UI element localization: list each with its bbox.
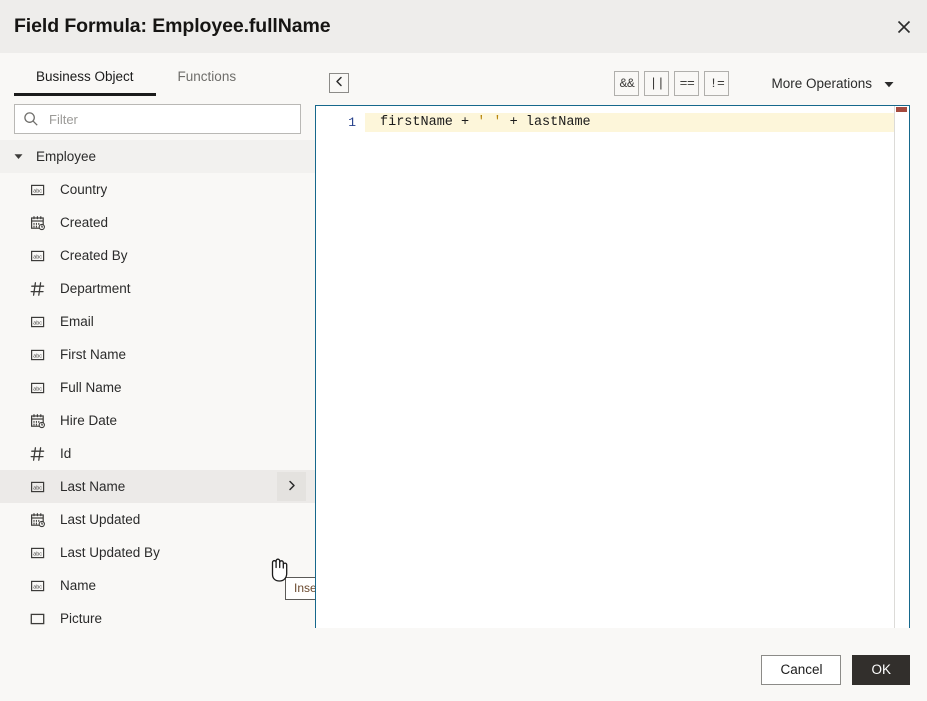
- filter-input[interactable]: [41, 110, 292, 128]
- insert-field-button[interactable]: [277, 472, 306, 501]
- tree-item-label: Department: [60, 281, 131, 296]
- tree-item-label: Full Name: [60, 380, 122, 395]
- number-field-icon: [30, 446, 52, 462]
- tree-item-label: Id: [60, 446, 72, 461]
- collapse-panel-button[interactable]: [329, 73, 349, 93]
- tree-item-first-name[interactable]: abc First Name: [0, 338, 315, 371]
- token-string-literal: ' ': [477, 115, 502, 130]
- text-field-icon: abc: [30, 578, 52, 594]
- tab-functions[interactable]: Functions: [156, 62, 259, 96]
- close-button[interactable]: [889, 12, 919, 42]
- tree-item-label: Picture: [60, 611, 103, 626]
- dialog-header: Field Formula: Employee.fullName: [0, 0, 927, 53]
- text-field-icon: abc: [30, 380, 52, 396]
- tab-business-object[interactable]: Business Object: [14, 62, 156, 96]
- line-number-gutter: 1: [316, 106, 365, 628]
- more-operations-dropdown[interactable]: More Operations: [771, 76, 894, 91]
- field-formula-dialog: Field Formula: Employee.fullName Busines…: [0, 0, 927, 701]
- business-object-panel: Business Object Functions Employ: [0, 53, 315, 638]
- svg-text:abc: abc: [33, 320, 42, 326]
- tree-item-label: First Name: [60, 347, 127, 362]
- tree-group-employee[interactable]: Employee: [0, 140, 315, 173]
- dialog-body: Business Object Functions Employ: [0, 53, 927, 638]
- number-field-icon: [30, 281, 52, 297]
- chevron-right-icon: [286, 479, 297, 494]
- code-content[interactable]: firstName + ' ' + lastName: [365, 106, 909, 628]
- token-plus-1: +: [461, 115, 478, 130]
- datetime-field-icon: [30, 413, 52, 429]
- or-operator-button[interactable]: ||: [644, 70, 670, 96]
- text-field-icon: abc: [30, 182, 52, 198]
- svg-text:abc: abc: [33, 485, 42, 491]
- code-line-1[interactable]: firstName + ' ' + lastName: [365, 113, 909, 132]
- svg-text:abc: abc: [33, 386, 42, 392]
- tree-item-created-by[interactable]: abc Created By: [0, 239, 315, 272]
- text-field-icon: abc: [30, 545, 52, 561]
- tree-item-label: Last Updated By: [60, 545, 160, 560]
- dialog-title: Field Formula: Employee.fullName: [14, 15, 331, 37]
- caret-down-icon: [14, 152, 30, 161]
- annotation-marker[interactable]: [896, 107, 907, 112]
- tree-item-label: Created: [60, 215, 109, 230]
- tree-item-department[interactable]: Department: [0, 272, 315, 305]
- tree-item-picture[interactable]: Picture: [0, 602, 315, 635]
- text-field-icon: abc: [30, 347, 52, 363]
- tree-item-label: Last Updated: [60, 512, 141, 527]
- tree-item-last-updated-by[interactable]: abc Last Updated By: [0, 536, 315, 569]
- chevron-down-icon: [884, 76, 894, 91]
- code-editor[interactable]: 1 firstName + ' ' + lastName: [315, 105, 910, 628]
- dialog-footer: Cancel OK: [0, 638, 927, 701]
- tree-item-id[interactable]: Id: [0, 437, 315, 470]
- and-operator-button[interactable]: &&: [614, 70, 640, 96]
- insert-tooltip: Insert: [285, 577, 315, 600]
- editor-toolbar: && || == != More Operations: [315, 61, 910, 105]
- tree-item-label: Created By: [60, 248, 128, 263]
- tree-item-label: Last Name: [60, 479, 126, 494]
- datetime-field-icon: [30, 512, 52, 528]
- tree-item-name[interactable]: abc Name: [0, 569, 315, 602]
- tree-item-country[interactable]: abc Country: [0, 173, 315, 206]
- tree-group-label: Employee: [36, 149, 97, 164]
- text-field-icon: abc: [30, 314, 52, 330]
- tree-item-email[interactable]: abc Email: [0, 305, 315, 338]
- panel-tabs: Business Object Functions: [0, 62, 315, 96]
- not-equals-operator-button[interactable]: !=: [704, 70, 730, 96]
- token-last-name: lastName: [525, 115, 591, 130]
- tree-item-last-updated[interactable]: Last Updated: [0, 503, 315, 536]
- svg-text:abc: abc: [33, 254, 42, 260]
- svg-text:abc: abc: [33, 551, 42, 557]
- token-first-name: firstName: [380, 115, 462, 130]
- line-number: 1: [348, 115, 356, 130]
- tree-item-list: abc Country Created abc Created By Department…: [0, 173, 315, 635]
- more-operations-label: More Operations: [771, 75, 872, 91]
- equals-operator-button[interactable]: ==: [674, 70, 700, 96]
- svg-text:abc: abc: [33, 584, 42, 590]
- formula-editor-panel: && || == != More Operations 1 firstName …: [315, 53, 927, 638]
- search-icon: [23, 111, 41, 127]
- text-field-icon: abc: [30, 248, 52, 264]
- datetime-field-icon: [30, 215, 52, 231]
- image-field-icon: [30, 611, 52, 627]
- svg-text:abc: abc: [33, 188, 42, 194]
- chevron-left-icon: [334, 74, 345, 92]
- tree-item-label: Country: [60, 182, 108, 197]
- tree-item-full-name[interactable]: abc Full Name: [0, 371, 315, 404]
- field-tree: Employee abc Country Created abc Created By D…: [0, 140, 315, 638]
- text-field-icon: abc: [30, 479, 52, 495]
- tree-item-hire-date[interactable]: Hire Date: [0, 404, 315, 437]
- editor-scrollbar[interactable]: [894, 106, 909, 628]
- ok-button[interactable]: OK: [852, 654, 910, 685]
- tree-item-last-name[interactable]: abc Last Name: [0, 470, 315, 503]
- tree-item-created[interactable]: Created: [0, 206, 315, 239]
- filter-field[interactable]: [14, 104, 301, 134]
- svg-text:abc: abc: [33, 353, 42, 359]
- close-icon: [897, 20, 911, 34]
- tree-item-label: Email: [60, 314, 94, 329]
- tree-item-label: Name: [60, 578, 97, 593]
- token-plus-2: +: [501, 115, 526, 130]
- tree-item-label: Hire Date: [60, 413, 118, 428]
- cancel-button[interactable]: Cancel: [761, 654, 842, 685]
